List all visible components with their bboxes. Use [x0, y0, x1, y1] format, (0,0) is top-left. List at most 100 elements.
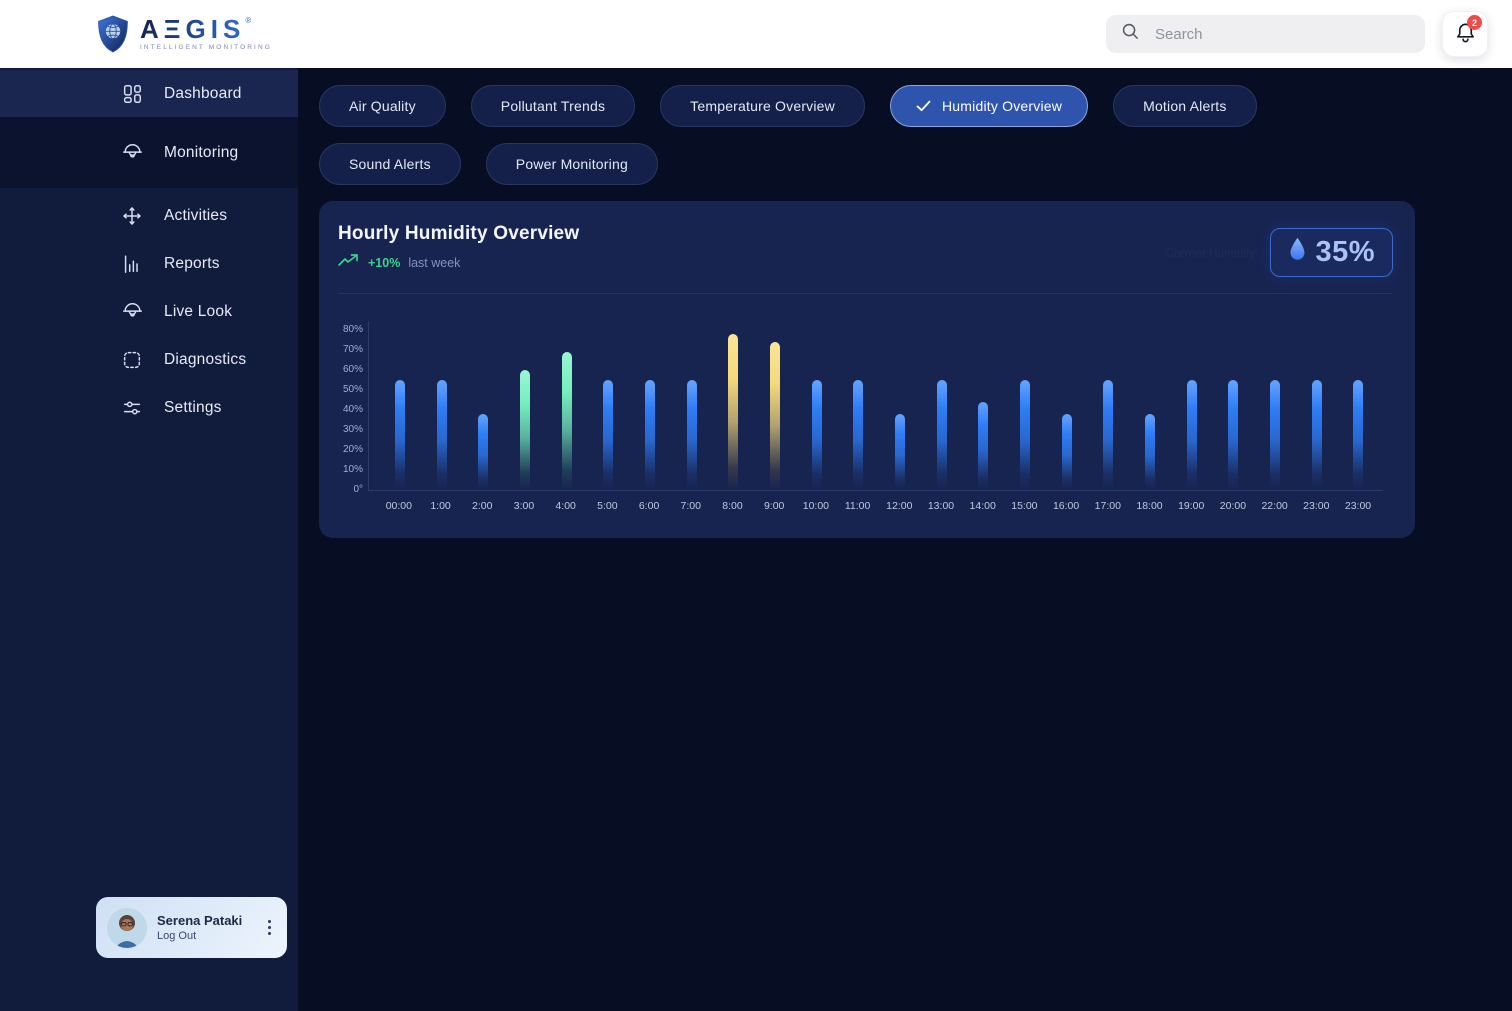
notification-count-badge: 2: [1467, 15, 1482, 30]
tab-sound-alerts[interactable]: Sound Alerts: [319, 143, 461, 185]
user-menu-kebab-icon[interactable]: [263, 915, 276, 940]
y-axis-tick: 0°: [353, 484, 363, 495]
logout-link[interactable]: Log Out: [157, 930, 242, 942]
x-axis-label: 12:00: [878, 500, 920, 512]
x-axis-label: 11:00: [837, 500, 879, 512]
check-icon: [916, 100, 931, 112]
bar-column: [1004, 380, 1046, 490]
humidity-bar-15-00: [1020, 380, 1030, 490]
sidebar-item-live-look[interactable]: Live Look: [0, 288, 298, 336]
brand-logo: AΞGIS ® INTELLIGENT MONITORING: [95, 14, 272, 54]
search-bar[interactable]: [1106, 15, 1425, 53]
user-card[interactable]: Serena Pataki Log Out: [96, 897, 287, 958]
y-axis-tick: 20%: [343, 444, 363, 455]
x-axis-label: 2:00: [461, 500, 503, 512]
tab-pollutant-trends[interactable]: Pollutant Trends: [471, 85, 635, 127]
sidebar: Dashboard Monitoring Activities Reports Live…: [0, 68, 298, 1011]
sidebar-item-label: Reports: [164, 255, 220, 273]
bar-column: [1046, 414, 1088, 490]
bar-column: [1129, 414, 1171, 490]
humidity-bar-23-00: [1312, 380, 1322, 490]
humidity-bar-16-00: [1062, 414, 1072, 490]
y-axis-tick: 30%: [343, 424, 363, 435]
sidebar-item-label: Diagnostics: [164, 351, 246, 369]
x-axis-label: 3:00: [503, 500, 545, 512]
bar-column: [1337, 380, 1379, 490]
trend-up-icon: [338, 253, 360, 272]
bar-column: [921, 380, 963, 490]
bar-column: [796, 380, 838, 490]
brand-name: AΞGIS: [140, 16, 245, 42]
bar-column: [962, 402, 1004, 490]
humidity-bar-9-00: [770, 342, 780, 490]
sidebar-nav: Dashboard Monitoring Activities Reports Live…: [0, 70, 298, 432]
tab-power-monitoring[interactable]: Power Monitoring: [486, 143, 658, 185]
x-axis-label: 7:00: [670, 500, 712, 512]
bar-column: [546, 352, 588, 490]
avatar: [107, 908, 147, 948]
main-content: Air Quality Pollutant Trends Temperature O…: [298, 68, 1512, 1011]
current-humidity-value: 35%: [1315, 236, 1375, 269]
y-axis-tick: 60%: [343, 364, 363, 375]
plot-area: [368, 321, 1383, 491]
x-axis-label: 15:00: [1004, 500, 1046, 512]
diagnostics-icon: [121, 349, 144, 371]
card-divider: [338, 293, 1393, 294]
x-axis-label: 9:00: [753, 500, 795, 512]
x-axis-label: 8:00: [712, 500, 754, 512]
tab-label: Power Monitoring: [516, 156, 628, 172]
sidebar-item-diagnostics[interactable]: Diagnostics: [0, 336, 298, 384]
bar-column: [462, 414, 504, 490]
x-axis-labels: 00:001:002:003:004:005:006:007:008:009:0…: [368, 500, 1383, 512]
tab-air-quality[interactable]: Air Quality: [319, 85, 446, 127]
topbar: AΞGIS ® INTELLIGENT MONITORING 2: [0, 0, 1512, 68]
humidity-bar-19-00: [1187, 380, 1197, 490]
humidity-bar-2-00: [478, 414, 488, 490]
search-input[interactable]: [1153, 25, 1410, 44]
y-axis-tick: 50%: [343, 384, 363, 395]
bar-column: [379, 380, 421, 490]
x-axis-label: 14:00: [962, 500, 1004, 512]
humidity-bar-11-00: [853, 380, 863, 490]
sidebar-item-activities[interactable]: Activities: [0, 192, 298, 240]
sidebar-item-settings[interactable]: Settings: [0, 384, 298, 432]
bar-column: [421, 380, 463, 490]
monitoring-icon: [121, 142, 144, 164]
sidebar-item-label: Dashboard: [164, 85, 242, 103]
bar-column: [879, 414, 921, 490]
x-axis-label: 19:00: [1170, 500, 1212, 512]
sidebar-item-monitoring[interactable]: Monitoring: [0, 117, 298, 188]
tab-motion-alerts[interactable]: Motion Alerts: [1113, 85, 1257, 127]
humidity-bar-3-00: [520, 370, 530, 490]
reports-icon: [121, 253, 144, 275]
humidity-bar-4-00: [562, 352, 572, 490]
x-axis-label: 23:00: [1295, 500, 1337, 512]
humidity-bar-14-00: [978, 402, 988, 490]
search-icon: [1121, 22, 1140, 46]
notifications-button[interactable]: 2: [1442, 11, 1488, 57]
humidity-bar-00-00: [395, 380, 405, 490]
humidity-bar-23-00: [1353, 380, 1363, 490]
x-axis-label: 00:00: [378, 500, 420, 512]
card-title: Hourly Humidity Overview: [338, 223, 579, 245]
tab-label: Air Quality: [349, 98, 416, 114]
y-axis: 0°10%20%30%40%50%60%70%80%: [338, 321, 368, 491]
tab-label: Sound Alerts: [349, 156, 431, 172]
humidity-bar-6-00: [645, 380, 655, 490]
tab-temperature-overview[interactable]: Temperature Overview: [660, 85, 865, 127]
humidity-bar-8-00: [728, 334, 738, 490]
humidity-bar-20-00: [1228, 380, 1238, 490]
category-tabs: Air Quality Pollutant Trends Temperature O…: [319, 85, 1419, 185]
bar-column: [1254, 380, 1296, 490]
sidebar-item-reports[interactable]: Reports: [0, 240, 298, 288]
bar-column: [1296, 380, 1338, 490]
humidity-bar-chart: 0°10%20%30%40%50%60%70%80% 00:001:002:00…: [338, 321, 1393, 512]
x-axis-label: 20:00: [1212, 500, 1254, 512]
tab-label: Motion Alerts: [1143, 98, 1227, 114]
tab-humidity-overview[interactable]: Humidity Overview: [890, 85, 1088, 127]
humidity-bar-22-00: [1270, 380, 1280, 490]
sidebar-item-label: Activities: [164, 207, 227, 225]
current-humidity-badge: 35%: [1270, 228, 1393, 277]
sidebar-item-dashboard[interactable]: Dashboard: [0, 70, 298, 117]
bar-column: [1212, 380, 1254, 490]
